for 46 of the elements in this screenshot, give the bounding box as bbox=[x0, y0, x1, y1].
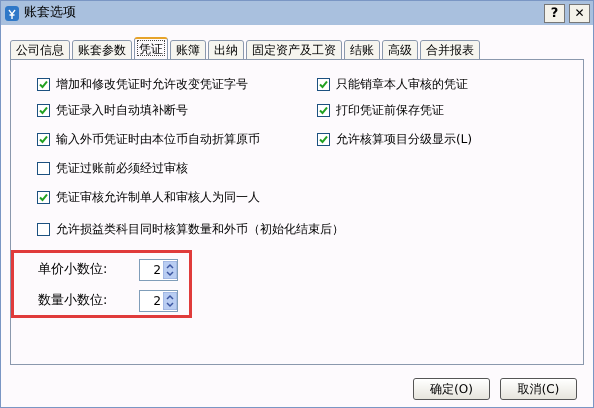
check-icon bbox=[319, 134, 328, 144]
checkbox[interactable] bbox=[37, 222, 50, 236]
checkbox-label: 输入外币凭证时由本位币自动折算原币 bbox=[56, 131, 260, 148]
tab[interactable]: 账簿 bbox=[170, 40, 206, 59]
tab[interactable]: 出纳 bbox=[208, 40, 244, 59]
tab[interactable]: 高级 bbox=[382, 40, 418, 59]
spin-arrows-icon bbox=[163, 261, 177, 279]
check-icon bbox=[39, 80, 48, 88]
number-spinner[interactable]: 2 bbox=[139, 259, 178, 281]
checkbox-label: 允许核算项目分级显示(L) bbox=[336, 131, 472, 148]
help-button[interactable]: ? bbox=[544, 4, 565, 22]
checkbox-label: 凭证审核允许制单人和审核人为同一人 bbox=[56, 189, 260, 206]
checkbox-label: 凭证过账前必须经过审核 bbox=[56, 160, 188, 177]
app-icon bbox=[4, 4, 20, 22]
tab[interactable]: 账套参数 bbox=[72, 40, 132, 59]
check-icon bbox=[39, 106, 48, 114]
tab[interactable]: 公司信息 bbox=[10, 40, 70, 59]
tab[interactable]: 结账 bbox=[344, 40, 380, 59]
check-icon bbox=[39, 134, 48, 144]
close-button[interactable]: ✕ bbox=[569, 4, 590, 22]
window-title: 账套选项 bbox=[24, 4, 77, 22]
check-icon bbox=[39, 192, 48, 202]
checkbox-label: 增加和修改凭证时允许改变凭证字号 bbox=[56, 76, 248, 93]
checkbox[interactable] bbox=[317, 78, 330, 90]
checkbox-label: 凭证录入时自动填补断号 bbox=[56, 102, 188, 119]
checkbox[interactable] bbox=[37, 162, 50, 174]
check-icon bbox=[319, 106, 328, 114]
checkbox[interactable] bbox=[37, 78, 50, 90]
dialog-button[interactable]: 取消(C) bbox=[500, 378, 577, 400]
checkbox-label: 打印凭证前保存凭证 bbox=[336, 102, 444, 119]
checkbox-label: 只能销章本人审核的凭证 bbox=[336, 76, 468, 93]
spinner-label: 单价小数位: bbox=[38, 261, 108, 280]
check-icon bbox=[319, 80, 328, 88]
number-spinner[interactable]: 2 bbox=[139, 290, 178, 312]
tab[interactable]: 凭证 bbox=[134, 37, 168, 59]
checkbox[interactable] bbox=[317, 132, 330, 146]
tab[interactable]: 合并报表 bbox=[420, 40, 480, 59]
checkbox[interactable] bbox=[37, 190, 50, 204]
checkbox[interactable] bbox=[317, 104, 330, 116]
checkbox[interactable] bbox=[37, 104, 50, 116]
tab[interactable]: 固定资产及工资 bbox=[246, 40, 342, 59]
spin-arrows-icon bbox=[163, 292, 177, 310]
spinner-label: 数量小数位: bbox=[38, 292, 108, 310]
dialog-button[interactable]: 确定(O) bbox=[413, 378, 490, 400]
checkbox-label: 允许损益类科目同时核算数量和外币（初始化结束后） bbox=[56, 221, 344, 238]
checkbox[interactable] bbox=[37, 132, 50, 146]
